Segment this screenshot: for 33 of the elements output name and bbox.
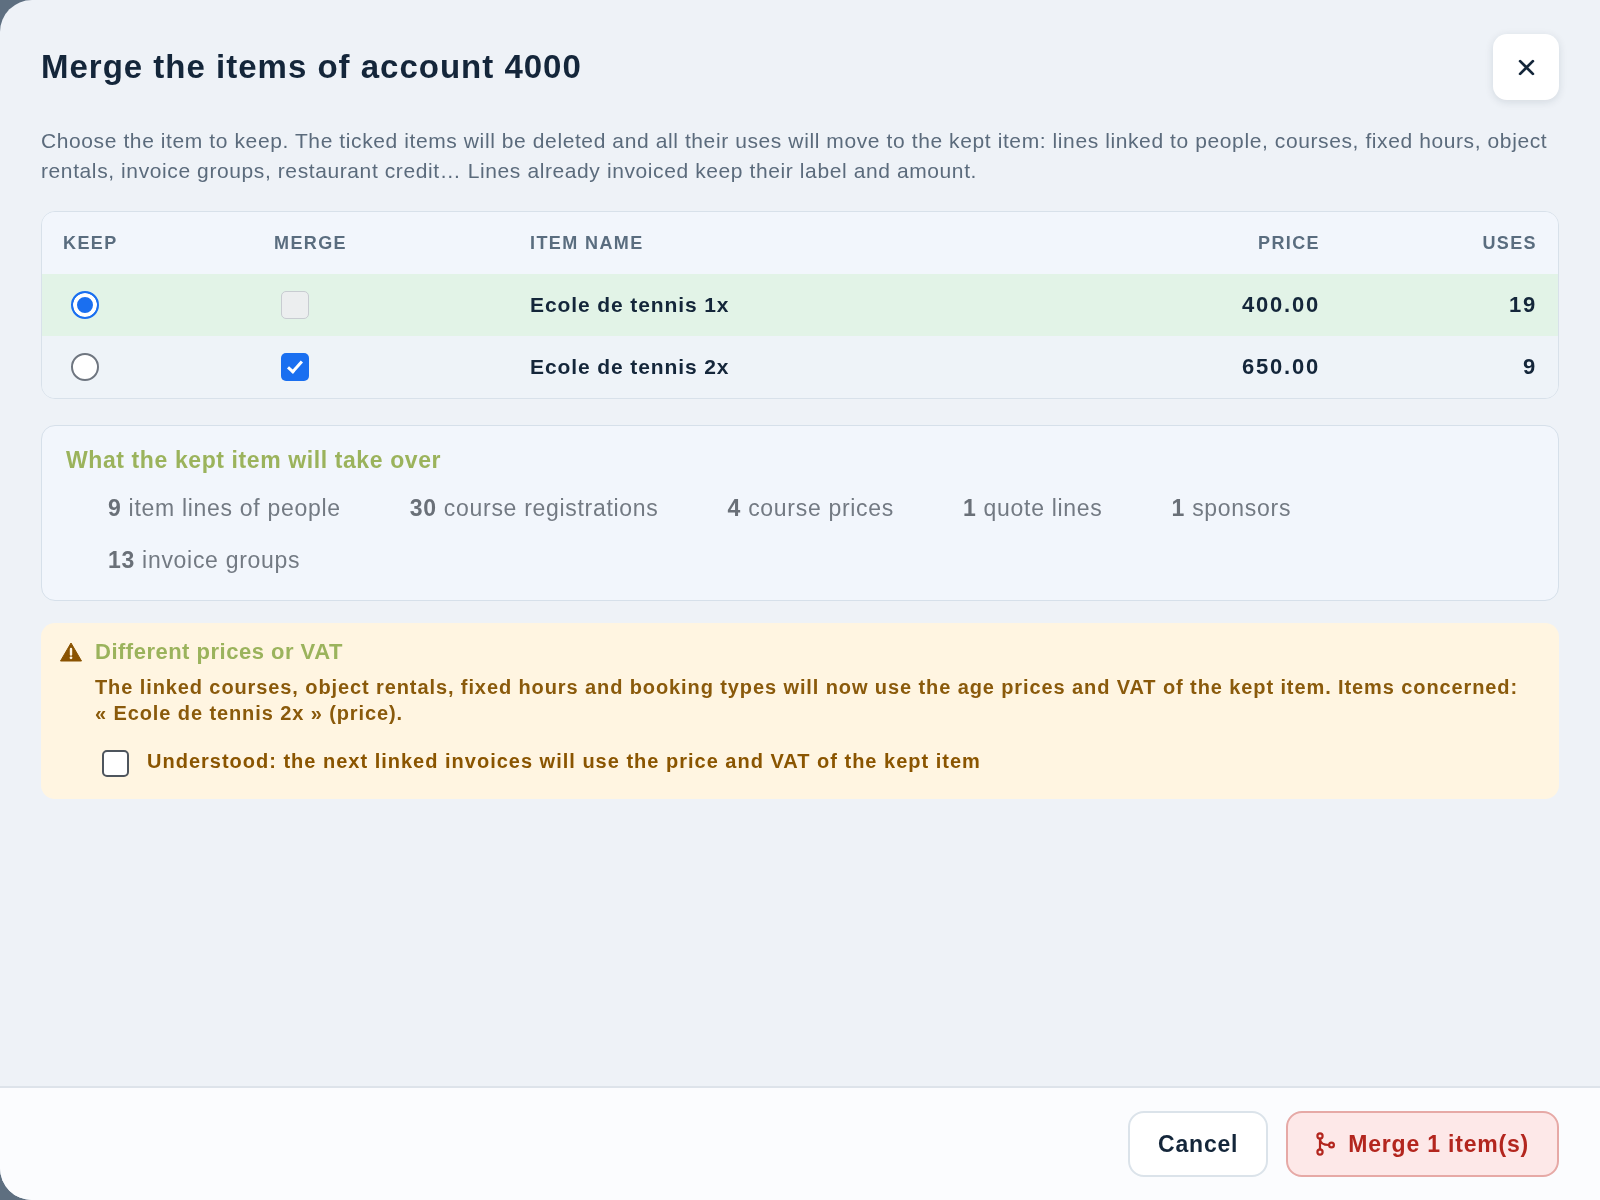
stat-text: 9 item lines of people	[108, 494, 341, 523]
table-cell: 400.00	[1241, 292, 1320, 318]
checkbox[interactable]	[102, 750, 129, 777]
radio-button[interactable]	[71, 353, 99, 381]
checkbox[interactable]	[281, 353, 309, 381]
table-cell: 9	[1522, 354, 1537, 380]
close-icon	[1517, 58, 1535, 76]
cancel-button[interactable]: Cancel	[1128, 1111, 1269, 1177]
column-header: USES	[1482, 232, 1537, 254]
summary-title: What the kept item will take over	[66, 446, 443, 474]
table-cell: Ecole de tennis 1x	[530, 293, 730, 317]
table-cell: 19	[1508, 292, 1537, 318]
checkbox-label[interactable]: Understood: the next linked invoices will use the price and VAT of the kept item	[147, 750, 981, 773]
table-cell: 650.00	[1241, 354, 1320, 380]
column-header: MERGE	[274, 232, 347, 254]
column-header: KEEP	[63, 232, 118, 254]
warning-icon	[60, 642, 82, 662]
stat-text: 4 course prices	[727, 494, 894, 523]
stat-text: 1 sponsors	[1171, 494, 1292, 523]
stat-text: 30 course registrations	[409, 494, 659, 523]
stat-text: 1 quote lines	[963, 494, 1103, 523]
merge-button[interactable]: Merge 1 item(s)	[1286, 1111, 1559, 1177]
branch-icon	[1315, 1132, 1336, 1156]
warning-title: Different prices or VAT	[95, 639, 343, 665]
description-text: Choose the item to keep. The ticked items will be deleted and all their uses will move to the kept item: lines linked to people, courses, fixed hours, object rentals, invoice groups, restaurant credit… Lines already invoiced keep their label and amount.	[41, 128, 1549, 184]
dialog-title: Merge the items of account 4000	[41, 48, 582, 86]
stat-text: 13 invoice groups	[108, 546, 301, 575]
radio-button[interactable]	[71, 291, 99, 319]
warning-text: The linked courses, object rentals, fixed hours and booking types will now use the age prices and VAT of the kept item. Items concerned: « Ecole de tennis 2x » (price).	[95, 675, 1520, 726]
column-header: ITEM NAME	[530, 232, 644, 254]
table-cell: Ecole de tennis 2x	[530, 355, 730, 379]
column-header: PRICE	[1258, 232, 1320, 254]
close-button[interactable]	[1493, 34, 1559, 100]
